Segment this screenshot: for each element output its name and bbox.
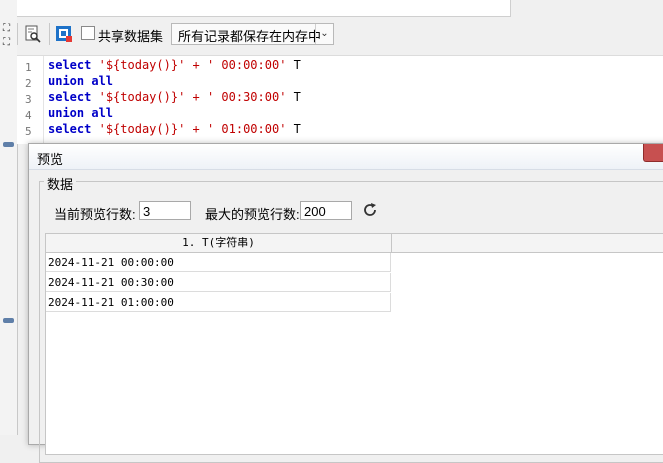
dataset-toolbar: 共享数据集 所有记录都保存在内存中 ⌄ [17,17,663,55]
line-number: 2 [25,77,32,90]
code-line[interactable]: select '${today()}' + ' 00:00:00' T [48,58,301,72]
table-row[interactable]: 2024-11-21 00:30:00 [46,273,391,292]
top-panel [17,0,511,17]
current-rows-label: 当前预览行数: [54,207,136,222]
sql-editor[interactable]: 1 2 3 4 5 select '${today()}' + ' 00:00:… [17,55,663,144]
collapse-icon[interactable]: ⛶ [3,38,13,48]
code-line[interactable]: select '${today()}' + ' 00:30:00' T [48,90,301,104]
toolbar-separator [17,23,18,45]
code-line[interactable]: select '${today()}' + ' 01:00:00' T [48,122,301,136]
grid-header: 1. T(字符串) [46,234,663,253]
table-row[interactable]: 2024-11-21 01:00:00 [46,293,391,312]
chevron-down-icon[interactable]: ⌄ [315,24,333,44]
preview-data-grid: 1. T(字符串) 2024-11-21 00:00:00 2024-11-21… [45,233,663,455]
dialog-titlebar[interactable]: 预览 [29,144,663,170]
line-number: 4 [25,109,32,122]
line-number-gutter: 1 2 3 4 5 [17,56,44,144]
share-dataset-label: 共享数据集 [98,29,164,44]
line-number: 5 [25,125,32,138]
refresh-icon[interactable] [362,202,378,218]
dialog-title: 预览 [37,152,64,167]
toolbar-separator [49,23,50,45]
storage-mode-value: 所有记录都保存在内存中 [178,29,322,44]
close-icon[interactable] [643,144,663,162]
table-row[interactable]: 2024-11-21 00:00:00 [46,253,391,272]
dataset-icon[interactable] [55,25,73,43]
splitter-handle[interactable] [3,318,14,323]
left-dock-strip: ⛶ ⛶ [0,0,18,435]
line-number: 1 [25,61,32,74]
share-dataset-checkbox[interactable] [81,26,95,40]
preview-dialog: 预览 数据 当前预览行数: 3 最大的预览行数: 200 1. T(字符串) 2… [28,143,663,463]
code-line[interactable]: union all [48,74,113,88]
splitter-handle[interactable] [3,142,14,147]
max-rows-field[interactable]: 200 [300,201,352,220]
preview-icon[interactable] [24,25,42,43]
column-header[interactable]: 1. T(字符串) [46,234,392,252]
data-group-label: 数据 [44,174,77,193]
line-number: 3 [25,93,32,106]
expand-icon[interactable]: ⛶ [3,24,13,34]
code-line[interactable]: union all [48,106,113,120]
storage-mode-select[interactable]: 所有记录都保存在内存中 ⌄ [171,23,334,45]
current-rows-field[interactable]: 3 [139,201,191,220]
max-rows-label: 最大的预览行数: [205,207,300,222]
